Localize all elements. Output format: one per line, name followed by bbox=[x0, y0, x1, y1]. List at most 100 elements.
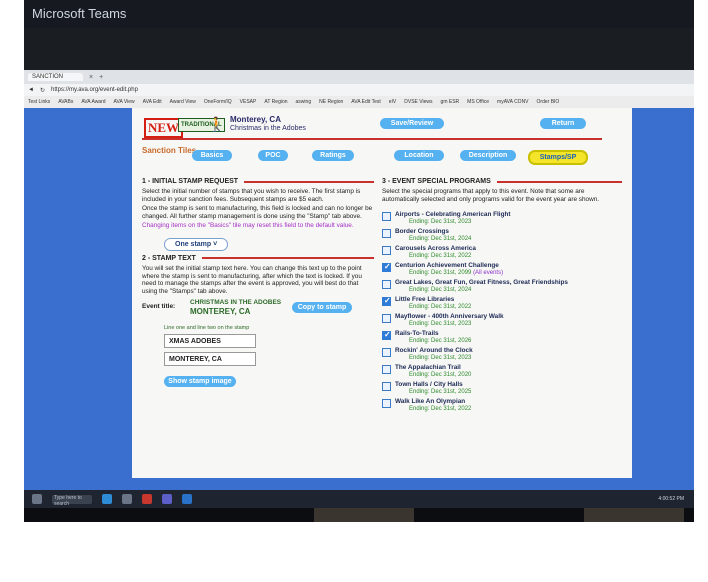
tab-description[interactable]: Description bbox=[460, 150, 516, 161]
bookmark-item[interactable]: AVA Edit Test bbox=[351, 99, 380, 105]
program-name: Airports - Celebrating American Flight bbox=[395, 211, 511, 219]
ending-date: Dec 31st, 2024 bbox=[431, 235, 472, 242]
bookmark-item[interactable]: MS Office bbox=[467, 99, 489, 105]
copy-to-stamp-button[interactable]: Copy to stamp bbox=[292, 302, 352, 314]
program-checkbox[interactable] bbox=[382, 212, 391, 222]
ending-date: Dec 31st, 2023 bbox=[431, 354, 472, 361]
tab-stamps-sp[interactable]: Stamps/SP bbox=[528, 150, 588, 165]
taskbar-search[interactable]: Type here to search bbox=[52, 494, 92, 507]
all-events-note: (All events) bbox=[473, 269, 504, 276]
page-header: NEW TRADITIONAL 🚶 Monterey, CA Christmas… bbox=[132, 108, 632, 144]
bookmarks-bar: Test Links AVABs AVA Award AVA View AVA Edit… bbox=[24, 96, 694, 108]
ending-prefix: Ending: bbox=[409, 320, 432, 327]
stamp-request-text: Select the initial number of stamps that… bbox=[142, 188, 361, 203]
return-button[interactable]: Return bbox=[540, 118, 586, 129]
ending-prefix: Ending: bbox=[409, 235, 432, 242]
bookmark-item[interactable]: AVA View bbox=[114, 99, 135, 105]
bookmark-item[interactable]: AVA Award bbox=[81, 99, 105, 105]
special-programs-list: Airports - Celebrating American Flight En… bbox=[382, 211, 622, 413]
program-ending: Ending: Dec 31st, 2022 bbox=[395, 304, 622, 312]
ending-prefix: Ending: bbox=[409, 388, 432, 395]
program-checkbox[interactable] bbox=[382, 382, 391, 392]
bookmark-item[interactable]: Test Links bbox=[28, 99, 50, 105]
special-program-item: Mayflower - 400th Anniversary Walk Ending… bbox=[382, 313, 622, 328]
program-body: Little Free Libraries Ending: Dec 31st, 2… bbox=[395, 296, 622, 311]
bookmark-item[interactable]: Award View bbox=[170, 99, 196, 105]
program-ending: Ending: Dec 31st, 2026 bbox=[395, 338, 622, 346]
stamp-count-select[interactable]: One stamp ˅ bbox=[164, 237, 229, 251]
bookmark-item[interactable]: Order BIO bbox=[537, 99, 560, 105]
program-body: Carousels Across America Ending: Dec 31st… bbox=[395, 245, 622, 260]
program-checkbox[interactable] bbox=[382, 399, 391, 409]
ending-date: Dec 31st, 2023 bbox=[431, 218, 472, 225]
new-tab-icon[interactable]: + bbox=[99, 74, 103, 81]
bookmark-item[interactable]: AVABs bbox=[58, 99, 73, 105]
program-checkbox[interactable] bbox=[382, 262, 391, 273]
bookmark-item[interactable]: aswing bbox=[296, 99, 312, 105]
bookmark-item[interactable]: gm ESR bbox=[441, 99, 460, 105]
program-checkbox[interactable] bbox=[382, 229, 391, 239]
program-body: Rockin' Around the Clock Ending: Dec 31st… bbox=[395, 347, 622, 362]
program-name: Carousels Across America bbox=[395, 245, 476, 253]
refresh-icon[interactable]: ↻ bbox=[40, 87, 45, 94]
program-checkbox[interactable] bbox=[382, 246, 391, 256]
program-checkbox[interactable] bbox=[382, 330, 391, 341]
bookmark-item[interactable]: AT Region bbox=[264, 99, 287, 105]
program-name: Mayflower - 400th Anniversary Walk bbox=[395, 313, 504, 321]
program-checkbox[interactable] bbox=[382, 314, 391, 324]
program-body: Border Crossings Ending: Dec 31st, 2024 bbox=[395, 228, 622, 243]
stamp-line1-input[interactable] bbox=[164, 334, 256, 349]
bookmark-item[interactable]: NE Region bbox=[319, 99, 343, 105]
program-checkbox[interactable] bbox=[382, 365, 391, 375]
browser-tab-bar: SANCTION × + bbox=[24, 70, 694, 84]
save-review-button[interactable]: Save/Review bbox=[380, 118, 444, 129]
ending-date: Dec 31st, 2025 bbox=[431, 388, 472, 395]
tab-ratings[interactable]: Ratings bbox=[312, 150, 354, 161]
program-name: Border Crossings bbox=[395, 228, 449, 236]
bookmark-item[interactable]: eIV bbox=[389, 99, 397, 105]
url-text[interactable]: https://my.ava.org/event-edit.php bbox=[51, 87, 138, 93]
ending-date: Dec 31st, 2022 bbox=[431, 405, 472, 412]
clock: 4:00:52 PM bbox=[658, 496, 684, 502]
stamp-lines-hint: Line one and line two on the stamp bbox=[164, 325, 250, 332]
sanction-page: NEW TRADITIONAL 🚶 Monterey, CA Christmas… bbox=[132, 108, 632, 478]
program-ending: Ending: Dec 31st, 2099 (All events) bbox=[395, 270, 622, 278]
browser-tab[interactable]: SANCTION bbox=[28, 73, 84, 81]
program-name: Town Halls / City Halls bbox=[395, 381, 463, 389]
program-checkbox[interactable] bbox=[382, 280, 391, 290]
outlook-icon[interactable] bbox=[182, 494, 192, 504]
bookmark-item[interactable]: VESAP bbox=[240, 99, 257, 105]
photo-frame: Microsoft Teams SANCTION × + ◄ ↻ https:/… bbox=[24, 0, 694, 522]
event-title-label: Event title: bbox=[142, 303, 176, 311]
event-location: Monterey, CA bbox=[230, 115, 281, 124]
program-ending: Ending: Dec 31st, 2024 bbox=[395, 236, 622, 244]
browser-window: SANCTION × + ◄ ↻ https://my.ava.org/even… bbox=[24, 70, 694, 490]
bookmark-item[interactable]: myAVA CONV bbox=[497, 99, 529, 105]
address-bar[interactable]: ◄ ↻ https://my.ava.org/event-edit.php bbox=[24, 84, 694, 96]
bookmark-item[interactable]: DVSE Views bbox=[404, 99, 432, 105]
tab-basics[interactable]: Basics bbox=[192, 150, 232, 161]
back-icon[interactable]: ◄ bbox=[28, 87, 34, 93]
stamp-line2-input[interactable] bbox=[164, 352, 256, 367]
close-tab-icon[interactable]: × bbox=[89, 74, 93, 81]
tab-poc[interactable]: POC bbox=[258, 150, 288, 161]
program-body: Airports - Celebrating American Flight En… bbox=[395, 211, 622, 226]
program-checkbox[interactable] bbox=[382, 296, 391, 307]
program-checkbox[interactable] bbox=[382, 348, 391, 358]
section-title: 1 - INITIAL STAMP REQUEST bbox=[142, 178, 374, 185]
program-ending: Ending: Dec 31st, 2020 bbox=[395, 372, 622, 380]
app-icon[interactable] bbox=[142, 494, 152, 504]
show-stamp-image-button[interactable]: Show stamp image bbox=[164, 376, 236, 388]
tab-location[interactable]: Location bbox=[394, 150, 444, 161]
file-explorer-icon[interactable] bbox=[122, 494, 132, 504]
bookmark-item[interactable]: OneForm/IQ bbox=[204, 99, 232, 105]
ending-prefix: Ending: bbox=[409, 405, 432, 412]
teams-icon[interactable] bbox=[162, 494, 172, 504]
ending-date: Dec 31st, 2023 bbox=[431, 320, 472, 327]
edge-icon[interactable] bbox=[102, 494, 112, 504]
event-title-line2: MONTEREY, CA bbox=[190, 307, 251, 317]
program-body: Mayflower - 400th Anniversary Walk Ending… bbox=[395, 313, 622, 328]
bookmark-item[interactable]: AVA Edit bbox=[143, 99, 162, 105]
monitor-bezel bbox=[24, 28, 694, 70]
start-icon[interactable] bbox=[32, 494, 42, 504]
